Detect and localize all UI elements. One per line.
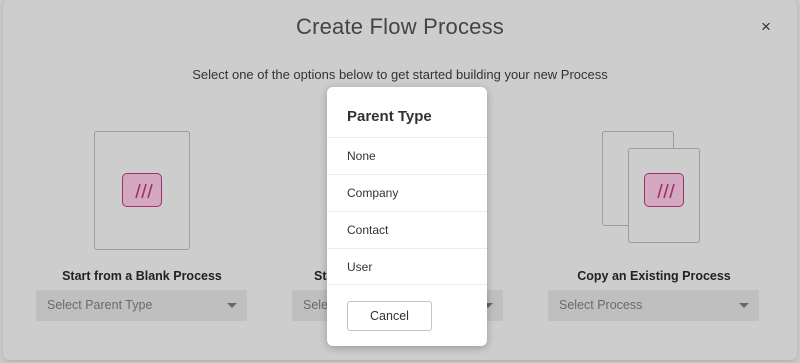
parent-type-option-company[interactable]: Company <box>327 174 487 211</box>
parent-type-list: None Company Contact User <box>327 137 487 285</box>
cancel-button[interactable]: Cancel <box>347 301 432 331</box>
chevron-down-icon <box>227 303 237 308</box>
select-placeholder: Select Parent Type <box>47 298 153 312</box>
popup-title: Parent Type <box>347 108 432 125</box>
option-blank-process: Start from a Blank Process Select Parent… <box>36 130 248 321</box>
parent-type-option-user[interactable]: User <box>327 248 487 285</box>
parent-type-option-none[interactable]: None <box>327 137 487 174</box>
select-placeholder: Select Process <box>559 298 643 312</box>
option-copy-process: Copy an Existing Process Select Process <box>548 130 760 321</box>
parent-type-select[interactable]: Select Parent Type <box>36 290 247 321</box>
process-select[interactable]: Select Process <box>548 290 759 321</box>
close-icon[interactable]: × <box>757 18 775 36</box>
blank-doc-illustration <box>36 130 248 264</box>
chevron-down-icon <box>739 303 749 308</box>
option-label: Start from a Blank Process <box>62 269 222 283</box>
option-label: Copy an Existing Process <box>577 269 731 283</box>
parent-type-popup: Parent Type None Company Contact User Ca… <box>327 87 487 346</box>
parent-type-option-contact[interactable]: Contact <box>327 211 487 248</box>
flow-icon <box>122 173 162 207</box>
modal-title: Create Flow Process <box>296 14 504 39</box>
copy-doc-illustration <box>548 130 760 264</box>
modal-subtitle: Select one of the options below to get s… <box>192 67 608 82</box>
flow-icon <box>644 173 684 207</box>
